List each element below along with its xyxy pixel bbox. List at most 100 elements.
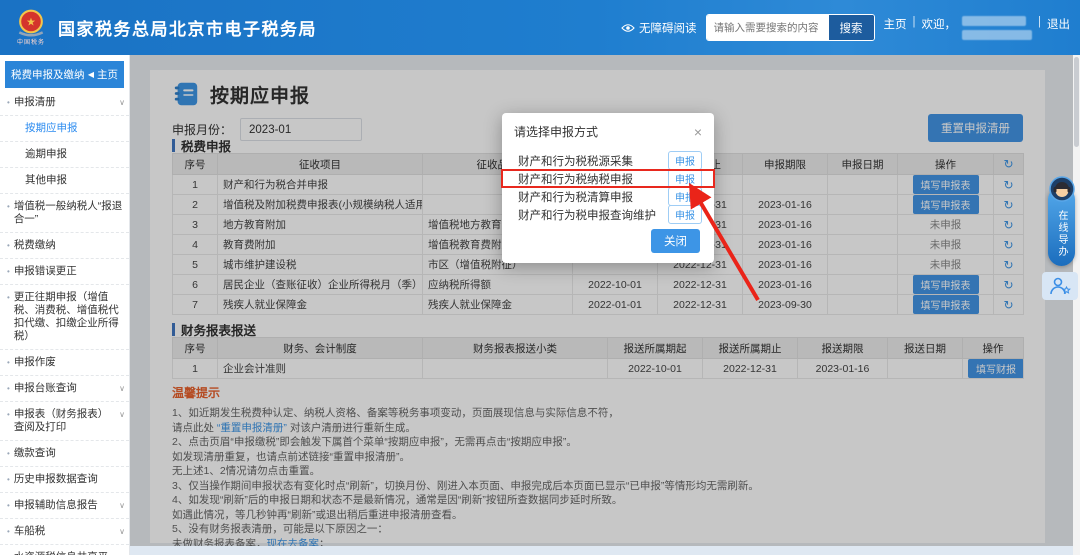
sidebar-item[interactable]: • 水资源税信息共享平台∨ [0,545,129,555]
masked-username [962,16,1026,26]
accessibility-toggle[interactable]: 无障碍阅读 [621,20,697,36]
declare-button[interactable]: 申报 [668,187,702,206]
user-links: 主页 | 欢迎， | 退出 [884,16,1071,40]
bullet-icon: • [7,551,10,555]
sidebar-item[interactable]: 逾期申报 [0,142,129,168]
sidebar-item[interactable]: • 申报台账查询∨ [0,376,129,402]
declare-method-modal: 请选择申报方式 × 财产和行为税税源采集申报财产和行为税纳税申报申报财产和行为税… [502,113,714,263]
sidebar-item-label: 其他申报 [25,174,125,187]
modal-option: 财产和行为税税源采集 申报 [502,152,714,169]
sidebar-item-label: 缴款查询 [14,447,125,460]
close-button[interactable]: 关闭 [651,229,700,253]
sidebar-item-label: 历史申报数据查询 [14,473,125,486]
sidebar-item[interactable]: • 税费缴纳 [0,233,129,259]
search-box: 搜索 [706,14,875,41]
sidebar-item-label: 增值税一般纳税人“报退合一” [14,200,125,226]
modal-option-label: 财产和行为税纳税申报 [518,171,633,187]
chevron-down-icon: ∨ [119,551,125,555]
sidebar-item[interactable]: •车船税∨ [0,519,129,545]
back-arrow-icon: ◀ [88,70,94,79]
modal-option: 财产和行为税纳税申报 申报 [502,170,714,187]
sidebar-item[interactable]: •申报错误更正 [0,259,129,285]
bullet-icon: • [7,473,10,486]
bullet-icon: • [7,525,10,538]
bullet-icon: • [7,356,10,369]
modal-options: 财产和行为税税源采集申报财产和行为税纳税申报申报财产和行为税清算申报申报财产和行… [502,147,714,223]
sidebar-item-label: 申报清册 [14,96,117,109]
logout-link[interactable]: 退出 [1047,16,1070,32]
sidebar-item[interactable]: • 申报清册∨ [0,90,129,116]
close-icon[interactable]: × [694,126,702,138]
declare-button[interactable]: 申报 [668,169,702,188]
svg-text:★: ★ [26,17,36,29]
masked-company [962,30,1032,40]
sidebar-item[interactable]: • 申报作废 [0,350,129,376]
header-right: 无障碍阅读 搜索 主页 | 欢迎， | 退出 [621,14,1070,41]
sidebar-item-label: 按期应申报 [25,122,125,135]
chevron-down-icon: ∨ [119,499,125,512]
sidebar-item-label: 逾期申报 [25,148,125,161]
sidebar-item[interactable]: •增值税一般纳税人“报退合一” [0,194,129,233]
separator: | [1038,16,1041,28]
modal-option-label: 财产和行为税清算申报 [518,189,633,205]
modal-footer: 关闭 [651,229,700,253]
declare-button[interactable]: 申报 [668,205,702,224]
online-guide-label: 在线导办 [1054,210,1069,258]
sidebar-item[interactable]: •申报辅助信息报告∨ [0,493,129,519]
sidebar-item-label: 申报台账查询 [14,382,117,395]
sidebar-item[interactable]: 其他申报 [0,168,129,194]
sidebar-item[interactable]: • 更正往期申报（增值税、消费税、增值税代扣代缴、扣缴企业所得税） [0,285,129,350]
sidebar-item-label: 申报辅助信息报告 [14,499,117,512]
sidebar-item-label: 申报表（财务报表）查阅及打印 [14,408,117,434]
chevron-down-icon: ∨ [119,382,125,395]
modal-option: 财产和行为税清算申报 申报 [502,188,714,205]
home-link[interactable]: 主页 [884,16,907,32]
sidebar-item[interactable]: •缴款查询 [0,441,129,467]
site-title: 国家税务总局北京市电子税务局 [58,15,317,40]
sidebar-item-label: 税费缴纳 [14,239,125,252]
scrollbar[interactable] [1073,55,1080,555]
accessibility-label: 无障碍阅读 [639,20,697,36]
eye-icon [621,23,635,33]
sidebar-item[interactable]: • 历史申报数据查询 [0,467,129,493]
modal-header: 请选择申报方式 × [502,113,714,147]
person-star-icon [1047,276,1073,296]
sidebar-item-label: 水资源税信息共享平台 [14,551,117,555]
scrollbar-thumb[interactable] [1074,57,1079,147]
modal-option: 财产和行为税申报查询维护申报 [502,206,714,223]
bullet-icon: • [7,408,10,421]
chevron-down-icon: ∨ [119,96,125,109]
customer-service-avatar-icon [1049,176,1075,202]
declare-button[interactable]: 申报 [668,151,702,170]
sidebar-item-label: 车船税 [14,525,117,538]
sidebar-home-label: 主页 [97,67,118,82]
person-widget[interactable] [1042,272,1078,300]
national-emblem-logo: ★ 中国税务 [14,9,48,46]
user-block [962,16,1032,40]
sidebar-header-title: 税费申报及缴纳 [11,67,85,82]
modal-title: 请选择申报方式 [514,123,598,140]
sidebar-item-label: 申报作废 [14,356,125,369]
page: ★ 中国税务 国家税务总局北京市电子税务局 无障碍阅读 搜索 主页 | 欢迎， [0,0,1080,555]
sidebar-header[interactable]: 税费申报及缴纳 ◀ 主页 [5,61,124,88]
sidebar-menu: •申报清册∨按期应申报逾期申报其他申报•增值税一般纳税人“报退合一”•税费缴纳•… [0,90,129,555]
emblem-icon: ★ [14,9,48,39]
online-guide-widget[interactable]: 在线导办 [1048,186,1075,266]
bullet-icon: • [7,239,10,252]
bottom-strip [130,546,1080,555]
chevron-down-icon: ∨ [119,408,125,421]
sidebar-item[interactable]: • 申报表（财务报表）查阅及打印∨ [0,402,129,441]
logo-subtitle: 中国税务 [17,37,45,46]
sidebar-home-link[interactable]: ◀ 主页 [88,67,118,82]
welcome-label: 欢迎， [922,16,957,32]
modal-option-label: 财产和行为税申报查询维护 [518,207,656,223]
separator: | [913,16,916,28]
bullet-icon: • [7,291,10,304]
search-button[interactable]: 搜索 [829,15,874,40]
sidebar-item-label: 更正往期申报（增值税、消费税、增值税代扣代缴、扣缴企业所得税） [14,291,125,343]
bullet-icon: • [7,96,10,109]
bullet-icon: • [7,382,10,395]
modal-option-label: 财产和行为税税源采集 [518,153,633,169]
sidebar-item[interactable]: 按期应申报 [0,116,129,142]
search-input[interactable] [707,15,829,40]
